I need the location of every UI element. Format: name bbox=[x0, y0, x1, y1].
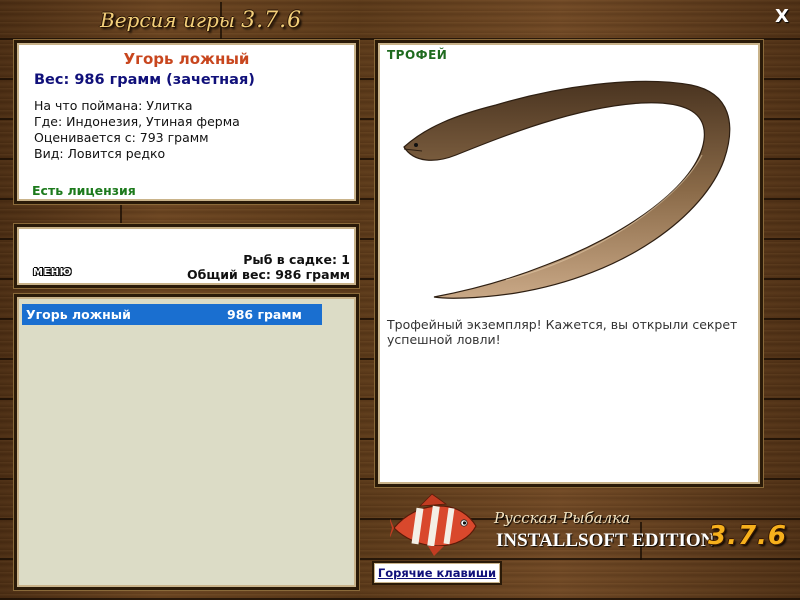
brand-edition: INSTALLSOFT EDITION bbox=[496, 530, 715, 551]
title-version: 3.7.6 bbox=[241, 8, 303, 33]
catch-summary-panel: МЕНЮ Рыб в садке: 1 Общий вес: 986 грамм bbox=[14, 224, 359, 288]
fish-rated-from: Оценивается с: 793 грамм bbox=[34, 130, 209, 145]
fish-bait: На что поймана: Улитка bbox=[34, 98, 193, 113]
hotkeys-button[interactable]: Горячие клавиши bbox=[372, 561, 502, 585]
brand-version: 3.7.6 bbox=[708, 521, 788, 551]
fish-count: Рыб в садке: 1 bbox=[243, 252, 350, 267]
catch-list-panel[interactable]: Угорь ложный 986 грамм bbox=[14, 294, 359, 590]
brand-title: Русская Рыбалка bbox=[494, 509, 631, 527]
window-title: Версия игры 3.7.6 bbox=[100, 8, 302, 36]
trophy-label: ТРОФЕЙ bbox=[387, 48, 448, 62]
close-button[interactable]: X bbox=[771, 6, 793, 28]
total-weight: Общий вес: 986 грамм bbox=[187, 267, 350, 282]
fish-species: Вид: Ловится редко bbox=[34, 146, 166, 161]
fish-info-panel: Угорь ложный Вес: 986 грамм (зачетная) Н… bbox=[14, 40, 359, 204]
fish-weight: Вес: 986 грамм (зачетная) bbox=[34, 72, 255, 88]
close-icon[interactable]: X bbox=[775, 6, 789, 27]
license-status: Есть лицензия bbox=[32, 183, 136, 198]
list-item[interactable]: Угорь ложный 986 грамм bbox=[22, 304, 322, 325]
fish-name: Угорь ложный bbox=[123, 50, 250, 68]
trophy-panel: ТРОФЕЙ Трофейный экземпляр! Кажется, вы … bbox=[375, 40, 763, 487]
trophy-message: Трофейный экземпляр! Кажется, вы открыли… bbox=[387, 317, 738, 347]
menu-button[interactable]: МЕНЮ bbox=[33, 267, 72, 278]
list-item-name: Угорь ложный bbox=[26, 307, 131, 322]
fish-location: Где: Индонезия, Утиная ферма bbox=[34, 114, 240, 129]
striped-fish-icon bbox=[390, 493, 477, 556]
title-prefix: Версия игры bbox=[100, 8, 236, 32]
eel-image bbox=[403, 80, 731, 299]
list-item-weight: 986 грамм bbox=[227, 307, 302, 322]
